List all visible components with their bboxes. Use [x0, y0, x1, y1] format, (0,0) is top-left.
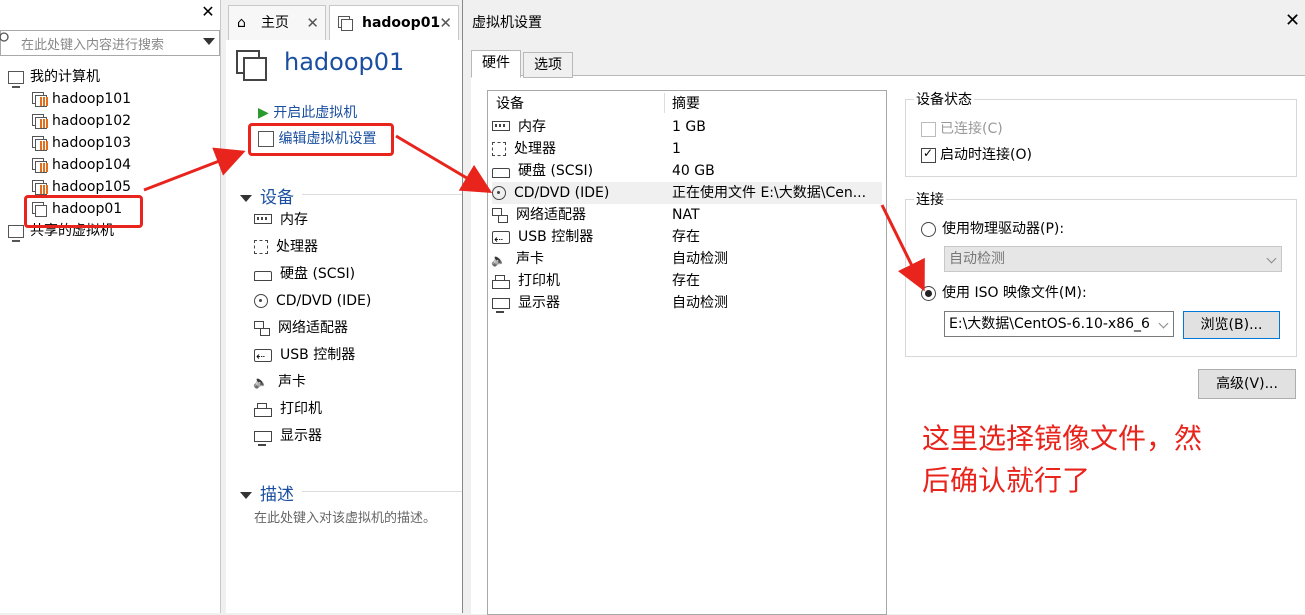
arrow-to-iso-radio — [880, 204, 925, 292]
annotation-arrows — [143, 134, 925, 292]
arrow-to-edit-settings — [143, 147, 246, 192]
arrow-to-cdrom-row — [395, 134, 493, 194]
